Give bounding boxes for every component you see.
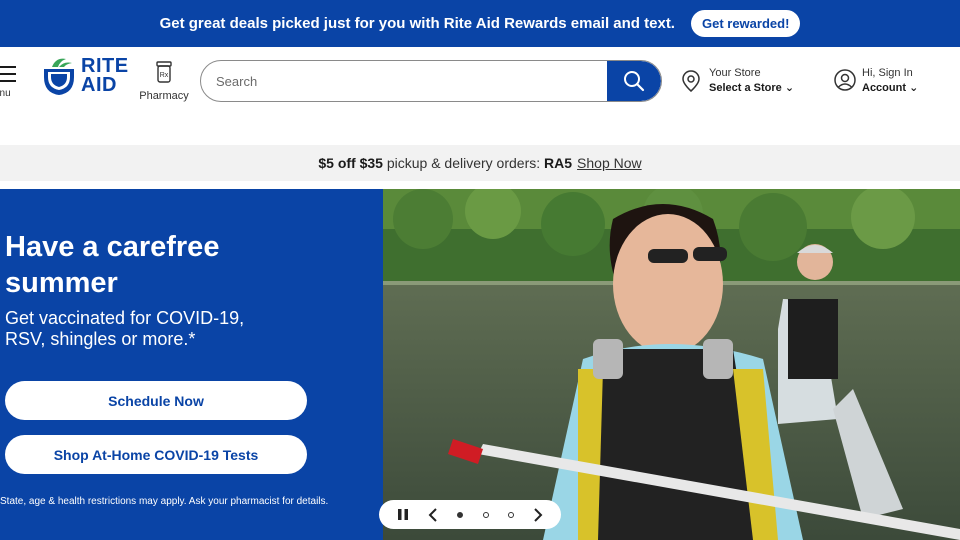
shop-now-link[interactable]: Shop Now xyxy=(577,155,642,171)
promo-banner: $5 off $35 pickup & delivery orders: RA5… xyxy=(0,145,960,181)
user-icon xyxy=(834,69,856,91)
carousel-dot-1[interactable] xyxy=(457,511,464,518)
pause-icon[interactable] xyxy=(397,508,409,521)
hero-subtitle-line1: Get vaccinated for COVID-19, xyxy=(5,308,245,328)
hero-title-line1: Have a carefree xyxy=(5,231,220,263)
menu-label: enu xyxy=(0,88,11,99)
rewards-message: Get great deals picked just for you with… xyxy=(159,15,675,32)
hero-subtitle-line2: RSV, shingles or more.* xyxy=(5,329,196,349)
store-label: Your Store xyxy=(709,67,761,79)
svg-text:Rx: Rx xyxy=(160,72,169,79)
store-selector[interactable]: Your Store Select a Store ⌄ xyxy=(681,67,794,94)
pharmacy-label: Pharmacy xyxy=(139,90,189,102)
hero-panel: Have a carefree summer Get vaccinated fo… xyxy=(0,189,383,540)
store-value-text: Select a Store xyxy=(709,82,782,94)
get-rewarded-button[interactable]: Get rewarded! xyxy=(690,10,801,37)
hero-image xyxy=(383,189,960,540)
site-header: enu RITE AID Rx Pharmacy xyxy=(0,47,960,145)
search-icon xyxy=(624,71,645,92)
carousel-dot-3[interactable] xyxy=(507,511,514,518)
logo-text: RITE AID xyxy=(81,56,129,96)
chevron-down-icon: ⌄ xyxy=(784,82,795,94)
menu-button[interactable]: enu xyxy=(0,61,24,99)
account-menu[interactable]: Hi, Sign In Account ⌄ xyxy=(834,67,918,94)
mortar-pestle-icon xyxy=(44,58,74,95)
logo-line2: AID xyxy=(81,74,117,96)
chevron-right-icon[interactable] xyxy=(533,507,543,522)
location-pin-icon xyxy=(682,70,700,92)
account-value-text: Account xyxy=(862,82,906,94)
search-button[interactable] xyxy=(607,61,661,101)
rite-aid-logo[interactable]: RITE AID xyxy=(42,55,129,97)
rewards-banner: Get great deals picked just for you with… xyxy=(0,0,960,47)
shop-covid-tests-button[interactable]: Shop At-Home COVID-19 Tests xyxy=(5,435,307,474)
hero-subtitle: Get vaccinated for COVID-19, RSV, shingl… xyxy=(5,308,375,350)
search-bar xyxy=(200,60,662,102)
chevron-down-icon: ⌄ xyxy=(909,82,919,94)
account-value: Account ⌄ xyxy=(862,81,918,94)
pharmacy-link[interactable]: Rx Pharmacy xyxy=(136,61,192,102)
prescription-bottle-icon: Rx xyxy=(156,61,172,83)
carousel-dot-2[interactable] xyxy=(482,511,489,518)
hamburger-icon xyxy=(0,66,24,82)
account-label: Hi, Sign In xyxy=(862,67,913,79)
promo-code: RA5 xyxy=(544,155,573,171)
schedule-now-button[interactable]: Schedule Now xyxy=(5,381,307,420)
chevron-left-icon[interactable] xyxy=(428,507,438,522)
canoe-photo-illustration xyxy=(383,189,960,540)
search-input[interactable] xyxy=(201,61,607,101)
hero-title: Have a carefree summer xyxy=(5,229,375,301)
promo-text: pickup & delivery orders: xyxy=(386,155,541,171)
hero-title-line2: summer xyxy=(5,267,118,299)
hero-disclaimer: State, age & health restrictions may app… xyxy=(0,496,329,507)
store-value: Select a Store ⌄ xyxy=(709,81,794,94)
carousel-controls xyxy=(379,500,561,529)
promo-amount: $5 off $35 xyxy=(318,155,383,171)
